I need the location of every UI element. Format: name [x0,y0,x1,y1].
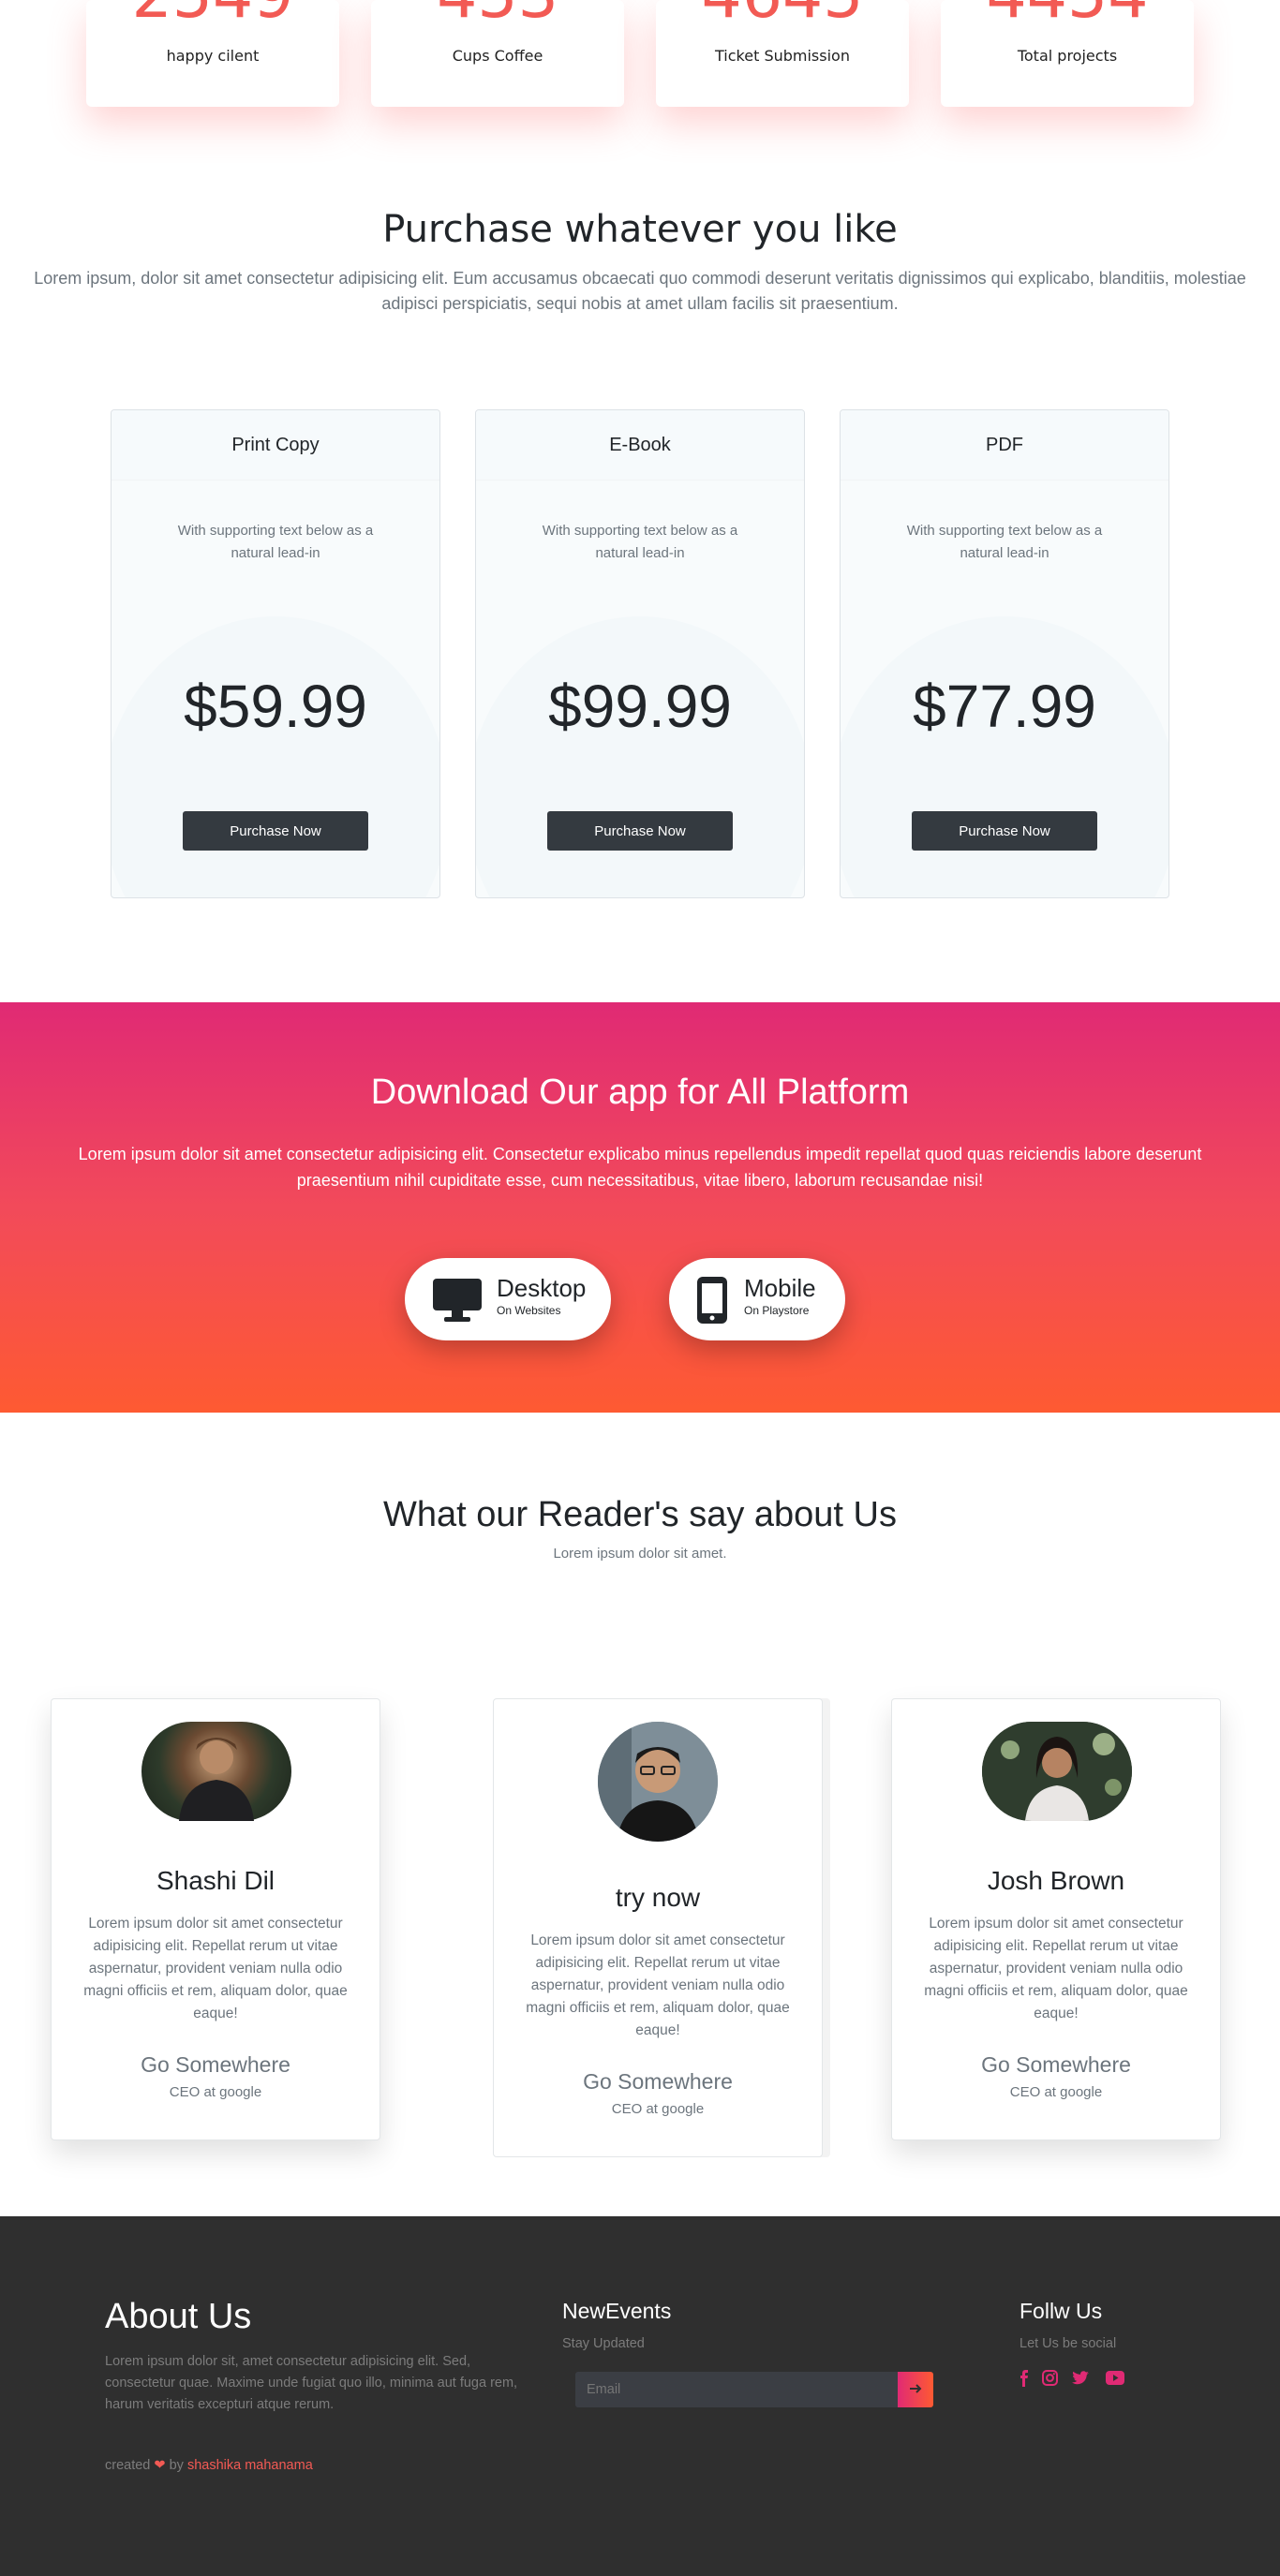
testimonials-subtitle: Lorem ipsum dolor sit amet. [553,1546,727,1562]
desktop-sublabel: On Websites [497,1304,561,1317]
stat-card-cups-coffee: 453 Cups Coffee [371,0,624,107]
testimonial-name: Josh Brown [987,1866,1125,1895]
twitter-icon[interactable] [1072,2371,1089,2390]
download-title: Download Our app for All Platform [370,1073,910,1112]
price-card-text: With supporting text below as a natural … [177,523,374,561]
purchase-text: Lorem ipsum, dolor sit amet consectetur … [34,269,1246,313]
price-card-decoration [841,616,1168,897]
avatar [598,1722,718,1842]
testimonials-title: What our Reader's say about Us [383,1495,897,1534]
testimonial-card: Shashi Dil Lorem ipsum dolor sit amet co… [51,1698,380,2140]
price-card-title: Print Copy [112,410,439,481]
events-title: NewEvents [562,2299,672,2323]
desktop-icon [431,1277,484,1328]
go-somewhere-link[interactable]: Go Somewhere [892,2052,1220,2078]
go-somewhere-link[interactable]: Go Somewhere [52,2052,380,2078]
email-input[interactable] [575,2372,898,2407]
testimonial-text: Lorem ipsum dolor sit amet consectetur a… [924,1916,1188,2021]
price-card-text: With supporting text below as a natural … [542,523,738,561]
price-card-decoration [476,616,804,897]
about-text: Lorem ipsum dolor sit, amet consectetur … [105,2354,518,2412]
price-card-pdf: PDF With supporting text below as a natu… [840,409,1169,898]
instagram-icon[interactable] [1042,2370,1058,2391]
desktop-label: Desktop [497,1274,587,1302]
testimonial-name: Shashi Dil [156,1866,275,1895]
mobile-download-button[interactable]: Mobile On Playstore [669,1258,845,1340]
follow-subtitle: Let Us be social [1020,2336,1117,2351]
events-subtitle: Stay Updated [562,2336,645,2351]
testimonial-role: CEO at google [611,2101,705,2117]
stat-card-total-projects: 4454 Total projects [941,0,1194,107]
mobile-icon [695,1276,729,1329]
price-card-ebook: E-Book With supporting text below as a n… [475,409,805,898]
stat-card-ticket-submission: 4645 Ticket Submission [656,0,909,107]
testimonial-role: CEO at google [169,2084,262,2100]
mobile-sublabel: On Playstore [744,1304,810,1317]
stat-label: Ticket Submission [715,47,850,65]
download-section: Download Our app for All Platform Lorem … [0,1002,1280,1413]
price-value: $99.99 [548,673,732,740]
go-somewhere-link[interactable]: Go Somewhere [494,2069,822,2095]
avatar [141,1722,291,1821]
about-title: About Us [105,2297,252,2336]
stats-section: 2549 happy cilent 453 Cups Coffee 4645 T… [0,0,1280,112]
testimonial-name: try now [615,1883,701,1912]
heart-icon: ❤ [154,2458,166,2473]
stat-label: Total projects [1017,47,1118,65]
subscribe-button[interactable] [898,2372,933,2407]
price-card-text: With supporting text below as a natural … [906,523,1103,561]
credit-by: by [169,2458,184,2473]
price-card-print-copy: Print Copy With supporting text below as… [111,409,440,898]
price-card-title: PDF [841,410,1168,481]
stat-number: 453 [371,0,624,28]
stat-number: 4454 [941,0,1194,28]
footer: About Us Lorem ipsum dolor sit, amet con… [0,2216,1280,2576]
price-card-title: E-Book [476,410,804,481]
arrow-right-icon [908,2383,923,2399]
mobile-label: Mobile [744,1274,816,1302]
testimonial-card: try now Lorem ipsum dolor sit amet conse… [493,1698,823,2157]
testimonial-role: CEO at google [1009,2084,1103,2100]
stat-number: 2549 [86,0,339,28]
stat-card-happy-client: 2549 happy cilent [86,0,339,107]
price-card-decoration [112,616,439,897]
stat-label: happy cilent [166,47,260,65]
price-value: $59.99 [184,673,367,740]
desktop-download-button[interactable]: Desktop On Websites [405,1258,611,1340]
youtube-icon[interactable] [1106,2371,1124,2390]
follow-title: Follw Us [1020,2299,1103,2323]
facebook-icon[interactable] [1020,2370,1029,2391]
credit-author-link[interactable]: shashika mahanama [187,2458,313,2473]
download-text: Lorem ipsum dolor sit amet consectetur a… [78,1145,1202,1190]
testimonial-text: Lorem ipsum dolor sit amet consectetur a… [83,1916,348,2021]
testimonial-card: Josh Brown Lorem ipsum dolor sit amet co… [891,1698,1221,2140]
testimonial-text: Lorem ipsum dolor sit amet consectetur a… [526,1932,790,2038]
purchase-title: Purchase whatever you like [382,208,898,251]
avatar [982,1722,1132,1821]
purchase-now-button[interactable]: Purchase Now [912,811,1097,851]
purchase-now-button[interactable]: Purchase Now [183,811,368,851]
credit-prefix: created [105,2458,151,2473]
stat-number: 4645 [656,0,909,28]
price-value: $77.99 [913,673,1096,740]
newsletter-form [575,2372,933,2407]
purchase-now-button[interactable]: Purchase Now [547,811,733,851]
stat-label: Cups Coffee [452,47,543,65]
credit-line: created ❤ by shashika mahanama [105,2458,313,2473]
